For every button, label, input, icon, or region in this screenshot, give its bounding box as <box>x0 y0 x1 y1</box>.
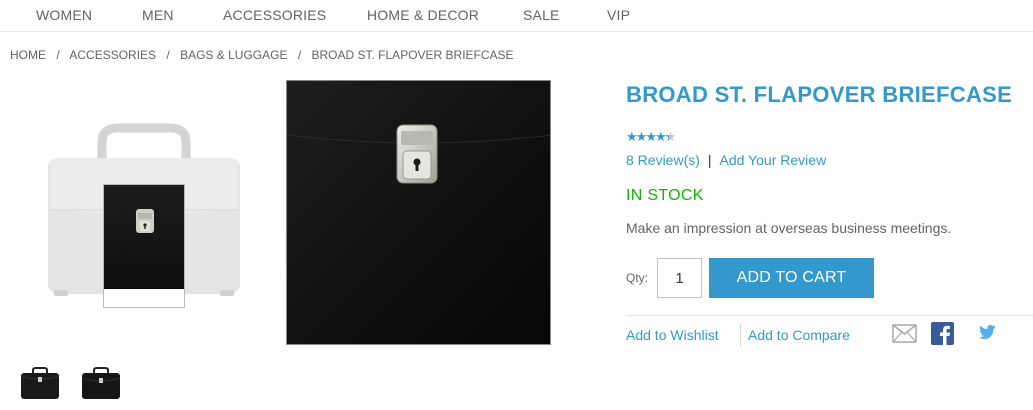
qty-input[interactable] <box>657 258 702 298</box>
qty-label: Qty: <box>626 271 649 285</box>
add-review-link[interactable]: Add Your Review <box>720 152 827 168</box>
star-icon: ★ <box>654 129 667 144</box>
zoom-lens-preview <box>104 185 184 289</box>
nav-item-vip[interactable]: VIP <box>607 7 630 23</box>
twitter-icon[interactable] <box>972 324 996 349</box>
half-star-icon: ★★ <box>664 129 677 144</box>
product-thumbnail[interactable] <box>18 362 62 406</box>
facebook-icon[interactable] <box>931 322 954 350</box>
product-title: BROAD ST. FLAPOVER BRIEFCASE <box>626 82 1013 107</box>
product-thumbnail[interactable] <box>79 362 123 406</box>
star-icon: ★ <box>626 129 638 144</box>
nav-item-women[interactable]: WOMEN <box>36 7 92 23</box>
breadcrumb-separator: / <box>297 48 302 62</box>
breadcrumb-separator: / <box>56 48 60 62</box>
nav-item-men[interactable]: MEN <box>142 7 174 23</box>
top-navigation: WOMEN MEN ACCESSORIES HOME & DECOR SALE … <box>0 0 1033 32</box>
breadcrumb-home[interactable]: HOME <box>10 48 46 62</box>
zoom-lens[interactable] <box>103 184 185 308</box>
breadcrumb-bags-luggage[interactable]: BAGS & LUGGAGE <box>180 48 287 62</box>
nav-item-home-decor[interactable]: HOME & DECOR <box>367 7 479 23</box>
breadcrumb: HOME / ACCESSORIES / BAGS & LUGGAGE / BR… <box>10 48 514 62</box>
add-to-compare-link[interactable]: Add to Compare <box>748 327 850 343</box>
reviews-link[interactable]: 8 Review(s) <box>626 152 700 168</box>
nav-item-sale[interactable]: SALE <box>523 7 560 23</box>
rating-stars: ★★★★★★ <box>626 129 677 144</box>
email-icon[interactable] <box>892 324 917 348</box>
breadcrumb-separator: / <box>166 48 170 62</box>
add-to-cart-button[interactable]: ADD TO CART <box>709 258 874 298</box>
divider <box>626 315 1033 316</box>
short-description: Make an impression at overseas business … <box>626 220 952 236</box>
breadcrumb-accessories[interactable]: ACCESSORIES <box>69 48 156 62</box>
add-to-wishlist-link[interactable]: Add to Wishlist <box>626 327 719 343</box>
review-separator: | <box>707 152 712 168</box>
product-zoom-panel <box>286 80 551 345</box>
star-icon: ★ <box>635 129 648 144</box>
link-divider <box>740 323 741 347</box>
review-links: 8 Review(s) | Add Your Review <box>626 152 826 168</box>
star-icon: ★ <box>645 129 657 144</box>
breadcrumb-current: BROAD ST. FLAPOVER BRIEFCASE <box>311 48 514 62</box>
stock-status: IN STOCK <box>626 187 704 204</box>
nav-item-accessories[interactable]: ACCESSORIES <box>223 7 326 23</box>
